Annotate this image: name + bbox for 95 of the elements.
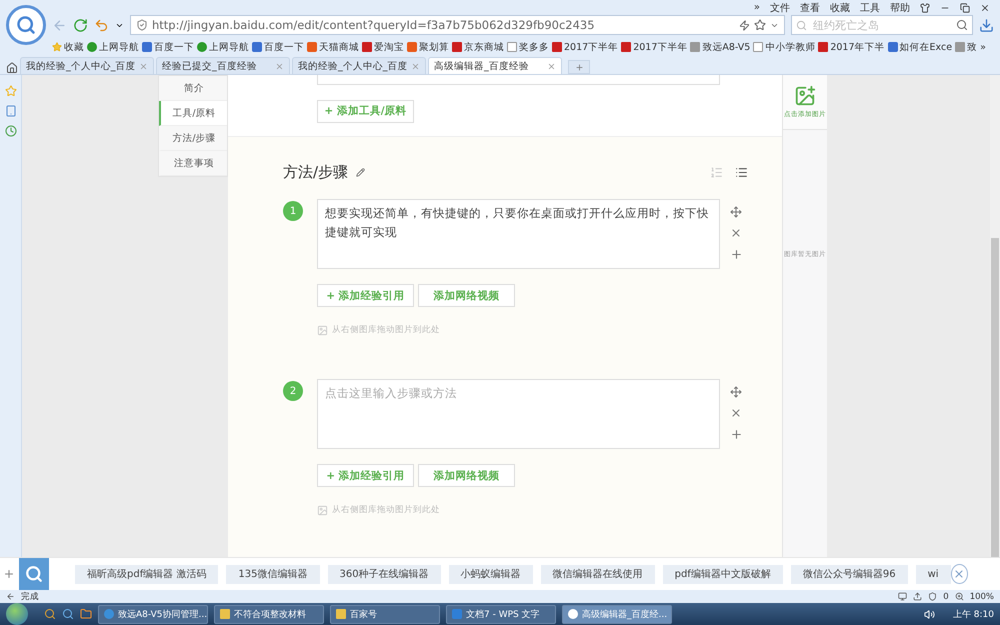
taskbar-window[interactable]: 致远A8-V5协同管理...: [98, 604, 208, 624]
scrollbar-thumb[interactable]: [991, 238, 999, 557]
bookmark-link[interactable]: 奖多多: [507, 40, 549, 54]
bookmark-link[interactable]: 收藏: [52, 40, 84, 54]
text-field[interactable]: [317, 75, 720, 85]
security-icon: [136, 19, 148, 31]
screen-icon[interactable]: [898, 592, 908, 601]
close-icon: [953, 568, 966, 580]
delete-icon[interactable]: [730, 227, 742, 239]
move-icon[interactable]: [730, 206, 742, 218]
new-tab-button[interactable]: [568, 60, 590, 74]
menu-item[interactable]: 帮助: [890, 0, 910, 14]
star-icon: [52, 42, 62, 52]
taskbar-window[interactable]: 百家号: [330, 604, 440, 624]
zoom-level[interactable]: 100%: [970, 592, 994, 602]
lightning-icon: [739, 20, 750, 30]
bookmark-link[interactable]: 如何在Exce: [888, 40, 952, 54]
count-text: 0: [943, 592, 949, 602]
add-icon[interactable]: [730, 248, 743, 261]
more-bookmarks[interactable]: »: [980, 42, 986, 52]
suggestion-chip[interactable]: pdf编辑器中文版破解: [662, 564, 783, 584]
browser-tab[interactable]: 高级编辑器_百度经验: [428, 57, 562, 74]
menu-item[interactable]: 工具: [860, 0, 880, 14]
home-icon[interactable]: [6, 62, 18, 74]
plus-icon: [574, 62, 584, 72]
taskbar-window[interactable]: 不符合项整改材料: [214, 604, 324, 624]
add-image-icon: [794, 85, 816, 107]
volume-icon[interactable]: [924, 608, 935, 620]
start-button[interactable]: [6, 603, 28, 625]
bookmark-link[interactable]: 京东商城: [452, 40, 504, 54]
bookmark-link[interactable]: 百度一下: [142, 40, 194, 54]
nav-item[interactable]: 工具/原料: [159, 101, 227, 126]
bookmark-link[interactable]: 上网导航: [197, 40, 249, 54]
menu-item[interactable]: 收藏: [830, 0, 850, 14]
section-title: 方法/步骤: [283, 162, 348, 182]
bookmark-link[interactable]: 致: [955, 40, 978, 54]
shield-icon[interactable]: [928, 592, 938, 601]
suggestion-chip[interactable]: 小蚂蚁编辑器: [448, 564, 533, 584]
taskbar-window[interactable]: 文档7 - WPS 文字: [446, 604, 556, 624]
bookmark-link[interactable]: 百度一下: [252, 40, 304, 54]
bookmark-link[interactable]: 2017下半年: [552, 40, 618, 54]
tablet-icon[interactable]: [4, 105, 16, 117]
browser-logo-icon[interactable]: [6, 5, 46, 45]
image-icon: [317, 324, 328, 336]
status-text: 完成: [21, 590, 39, 602]
close-icon[interactable]: [980, 2, 990, 12]
skin-icon[interactable]: [920, 2, 930, 12]
refresh-icon[interactable]: [73, 18, 88, 32]
bookmark-link[interactable]: 2017年下半: [818, 40, 885, 54]
step-text-field[interactable]: 点击这里输入步骤或方法: [317, 379, 720, 449]
add-icon[interactable]: [3, 568, 16, 580]
suggestion-chip[interactable]: 福昕高级pdf编辑器 激活码: [75, 564, 218, 584]
undo-icon[interactable]: [94, 18, 109, 32]
menu-item[interactable]: 文件: [770, 0, 790, 14]
edit-icon[interactable]: [356, 168, 366, 176]
search-engine-icon: [796, 20, 807, 30]
move-icon[interactable]: [730, 386, 742, 398]
close-button[interactable]: [950, 564, 968, 584]
step-number: 2: [283, 381, 303, 401]
menu-item[interactable]: »: [754, 2, 760, 13]
drop-hint: 从右侧图库拖动图片到此处: [332, 504, 440, 516]
browser-tab[interactable]: 经验已提交_百度经验: [156, 57, 290, 74]
suggestion-chip[interactable]: 135微信编辑器: [226, 564, 320, 584]
add-icon[interactable]: [730, 428, 743, 441]
suggestion-chip[interactable]: wi: [916, 564, 951, 584]
history-icon[interactable]: [4, 125, 16, 137]
bookmark-link[interactable]: 中小学教师: [753, 40, 816, 54]
image-icon: [317, 504, 328, 516]
step-number: 1: [283, 201, 303, 221]
browser-tab[interactable]: 我的经验_个人中心_百度: [20, 57, 154, 74]
step-text-field[interactable]: 想要实现还简单，有快捷键的，只要你在桌面或打开什么应用时，按下快捷键就可实现: [317, 199, 720, 269]
suggestion-chip[interactable]: 360种子在线编辑器: [328, 564, 441, 584]
bookmark-link[interactable]: 天猫商城: [307, 40, 359, 54]
bookmark-link[interactable]: 爱淘宝: [362, 40, 404, 54]
download-icon[interactable]: [979, 18, 994, 32]
collapse-icon[interactable]: [6, 592, 15, 601]
zoom-icon[interactable]: [954, 592, 964, 601]
browser-tab[interactable]: 我的经验_个人中心_百度: [292, 57, 426, 74]
star-icon: [754, 19, 766, 31]
drop-hint: 从右侧图库拖动图片到此处: [332, 324, 440, 336]
upload-icon[interactable]: [913, 592, 922, 601]
menu-item[interactable]: 查看: [800, 0, 820, 14]
bookmark-link[interactable]: 聚划算: [407, 40, 449, 54]
suggestion-chip[interactable]: 微信编辑器在线使用: [540, 564, 655, 584]
bookmark-link[interactable]: 上网导航: [87, 40, 139, 54]
address-bar[interactable]: http://jingyan.baidu.com/edit/content?queryId=f3a7b75b062d329fb90c2435: [130, 15, 785, 35]
search-icon: [956, 19, 968, 31]
delete-icon[interactable]: [730, 407, 742, 419]
search-box[interactable]: 纽约死亡之岛: [791, 15, 973, 35]
list-icon[interactable]: [735, 166, 748, 178]
bookmark-link[interactable]: 2017下半年: [621, 40, 688, 54]
restore-icon[interactable]: [960, 2, 970, 12]
clock[interactable]: 上午 8:10: [952, 608, 994, 620]
bookmark-link[interactable]: 致远A8-V5: [690, 40, 750, 54]
suggestion-chip[interactable]: 微信公众号编辑器96: [790, 564, 908, 584]
